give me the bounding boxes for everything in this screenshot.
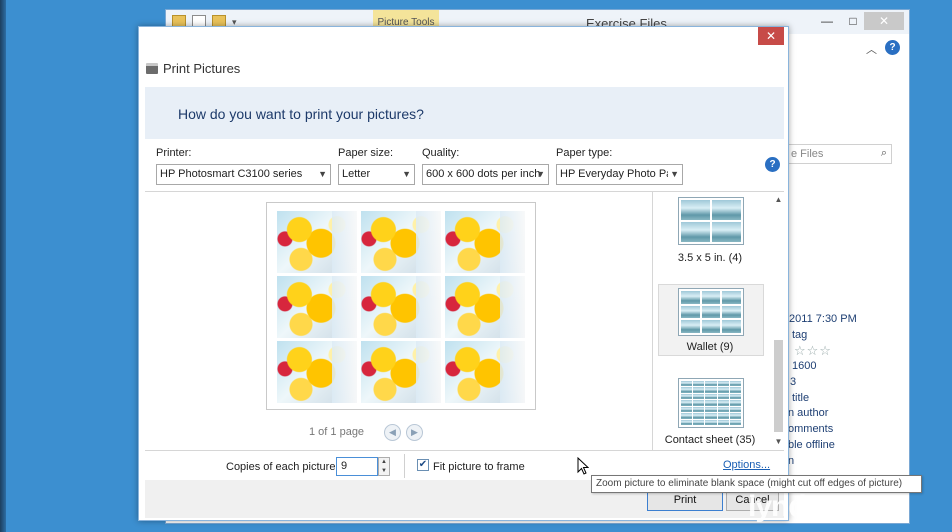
chevron-down-icon: ▼ xyxy=(318,169,327,179)
dialog-titlebar: Print Pictures xyxy=(146,61,240,76)
chevron-down-icon: ▼ xyxy=(402,169,411,179)
details-title[interactable]: title xyxy=(792,392,809,404)
paper-type-label: Paper type: xyxy=(556,147,613,159)
printer-select[interactable]: HP Photosmart C3100 series ▼ xyxy=(156,164,331,185)
preview-photo xyxy=(445,211,525,273)
print-preview xyxy=(266,202,536,410)
maximize-button[interactable]: □ xyxy=(842,12,864,30)
print-pictures-dialog: ✕ Print Pictures How do you want to prin… xyxy=(138,26,789,521)
question-text: How do you want to print your pictures? xyxy=(178,106,424,122)
scroll-thumb[interactable] xyxy=(774,340,783,432)
chevron-down-icon: ▼ xyxy=(668,165,679,184)
search-icon: ⌕ xyxy=(880,147,887,159)
desktop-edge xyxy=(0,0,6,532)
quality-select[interactable]: 600 x 600 dots per inch ▼ xyxy=(422,164,549,185)
options-link[interactable]: Options... xyxy=(723,459,770,471)
details-offline[interactable]: ble offline xyxy=(788,439,835,451)
search-placeholder: e Files xyxy=(791,148,824,160)
question-banner: How do you want to print your pictures? xyxy=(145,87,784,139)
search-input[interactable]: e Files ⌕ xyxy=(786,144,892,164)
dialog-title: Print Pictures xyxy=(163,61,241,76)
fit-picture-checkbox[interactable]: ✔ xyxy=(417,459,429,471)
fit-picture-label[interactable]: Fit picture to frame xyxy=(433,461,525,473)
increment-icon[interactable]: ▲ xyxy=(379,458,389,467)
details-comments[interactable]: omments xyxy=(788,423,833,435)
help-icon[interactable]: ? xyxy=(765,157,780,172)
divider xyxy=(404,454,405,478)
paper-size-label: Paper size: xyxy=(338,147,394,159)
quality-value: 600 x 600 dots per inch xyxy=(426,168,541,180)
preview-photo-grid xyxy=(277,211,525,403)
scroll-up-icon[interactable]: ▲ xyxy=(773,194,784,205)
layout-thumbnail xyxy=(678,378,744,428)
mouse-cursor-icon xyxy=(577,457,589,475)
minimize-button[interactable]: — xyxy=(816,12,838,30)
layout-label: Contact sheet (35) xyxy=(664,434,756,446)
layout-item-3x5[interactable]: 3.5 x 5 in. (4) xyxy=(653,192,767,272)
printer-icon xyxy=(146,63,158,74)
scroll-down-icon[interactable]: ▼ xyxy=(773,436,784,447)
quality-label: Quality: xyxy=(422,147,460,159)
details-date: /2011 7:30 PM xyxy=(786,313,857,325)
layout-thumbnail xyxy=(678,197,744,245)
preview-photo xyxy=(445,341,525,403)
help-icon[interactable]: ? xyxy=(885,40,900,55)
details-tag[interactable]: tag xyxy=(792,329,807,341)
paper-size-select[interactable]: Letter ▼ xyxy=(338,164,415,185)
preview-photo xyxy=(361,341,441,403)
preview-photo xyxy=(445,276,525,338)
layout-thumbnail xyxy=(678,288,744,336)
ribbon-controls: ︿ ? xyxy=(786,40,906,60)
printer-value: HP Photosmart C3100 series xyxy=(160,168,303,180)
lynda-watermark: lynda.com xyxy=(748,490,888,523)
page-indicator: 1 of 1 page xyxy=(309,426,365,438)
copies-input[interactable]: 9 xyxy=(336,457,378,476)
rating-stars[interactable]: ☆☆☆ xyxy=(794,343,832,359)
next-page-button[interactable]: ▶ xyxy=(406,424,423,441)
layout-item-contact-sheet[interactable]: Contact sheet (35) xyxy=(653,376,767,450)
preview-photo xyxy=(277,341,357,403)
printer-label: Printer: xyxy=(156,147,192,159)
decrement-icon[interactable]: ▼ xyxy=(379,467,389,476)
layout-list[interactable]: 3.5 x 5 in. (4) Wallet (9) Contact sheet… xyxy=(652,192,784,450)
dialog-close-button[interactable]: ✕ xyxy=(758,27,784,45)
preview-photo xyxy=(277,276,357,338)
details-count: 3 xyxy=(790,376,797,388)
copies-stepper[interactable]: ▲ ▼ xyxy=(378,457,390,476)
layout-label: 3.5 x 5 in. (4) xyxy=(677,252,743,264)
layout-item-wallet[interactable]: Wallet (9) xyxy=(653,284,767,364)
explorer-close-button[interactable]: ✕ xyxy=(864,12,904,30)
chevron-down-icon: ▼ xyxy=(536,169,545,179)
details-dimension: 1600 xyxy=(792,360,817,372)
copies-label: Copies of each picture: xyxy=(226,461,339,473)
previous-page-button[interactable]: ◀ xyxy=(384,424,401,441)
chevron-up-icon[interactable]: ︿ xyxy=(866,41,877,57)
paper-type-value: HP Everyday Photo Pap xyxy=(560,168,679,180)
layout-scrollbar[interactable]: ▲ ▼ xyxy=(772,192,784,450)
layout-label: Wallet (9) xyxy=(686,341,734,353)
preview-photo xyxy=(277,211,357,273)
paper-size-value: Letter xyxy=(342,168,371,180)
preview-photo xyxy=(361,211,441,273)
paper-type-select[interactable]: HP Everyday Photo Pap ▼ xyxy=(556,164,683,185)
details-author[interactable]: n author xyxy=(788,407,828,419)
preview-photo xyxy=(361,276,441,338)
